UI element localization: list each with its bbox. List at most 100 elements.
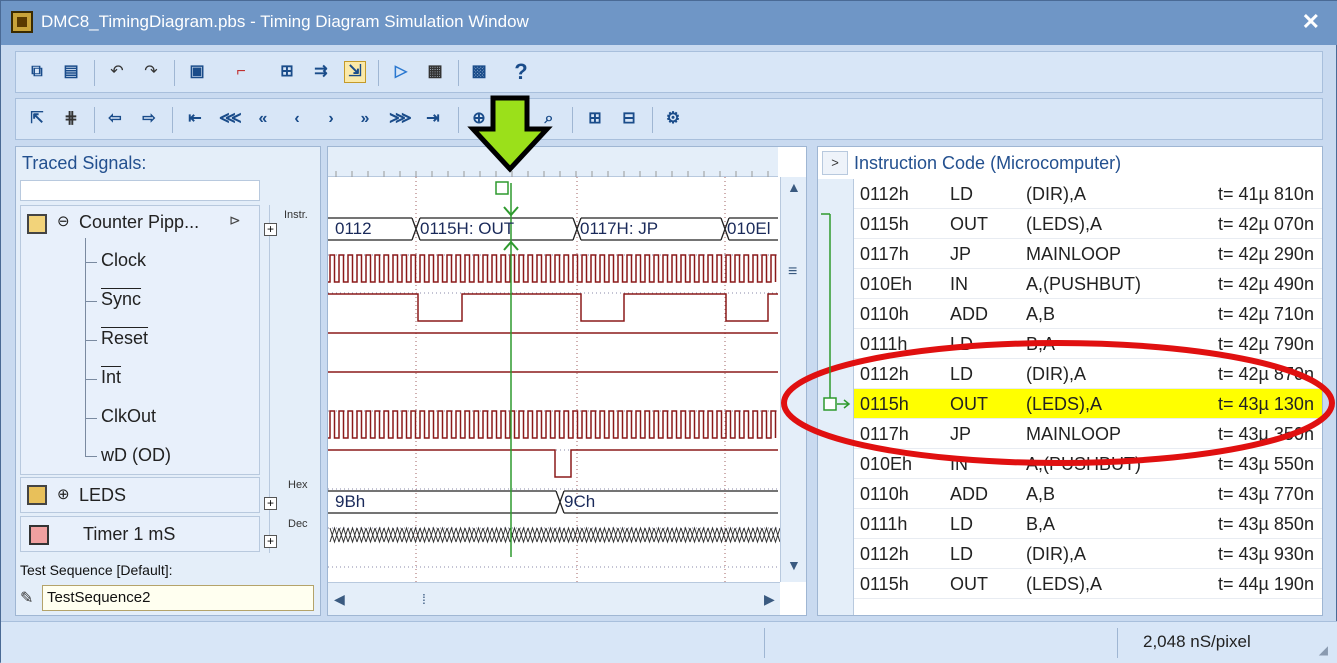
close-icon[interactable]: ✕ (1302, 9, 1320, 35)
instruction-addr: 0110h (860, 484, 909, 504)
bus-icon[interactable]: ⋕ (60, 108, 82, 130)
format-plus-icon[interactable]: + (264, 535, 277, 548)
instruction-op: JP (950, 424, 972, 444)
zoom-fit-icon[interactable]: ⊞ (276, 61, 298, 83)
step-icon[interactable]: ⌐ (230, 61, 252, 83)
select-signal-icon[interactable]: ⇲ (344, 61, 366, 83)
next-edge-icon[interactable]: ⇨ (138, 108, 160, 130)
clipboard-icon[interactable]: ▣ (186, 61, 208, 83)
timer-group[interactable]: Timer 1 mS (20, 516, 260, 552)
instruction-op: LD (950, 544, 974, 564)
app-chip-icon (11, 11, 33, 33)
instruction-row[interactable]: 0112h LD (DIR),A t= 42µ 870n (854, 359, 1322, 389)
signal-clkout[interactable]: ClkOut (101, 406, 156, 427)
copy-diagram-icon[interactable]: ⧉ (26, 61, 48, 83)
instruction-t: t= 43µ 770n (1218, 484, 1314, 504)
prev-edge-icon[interactable]: ⇦ (104, 108, 126, 130)
signal-wd[interactable]: wD (OD) (101, 445, 171, 466)
scroll-thumb[interactable]: ≡ (788, 263, 797, 281)
instruction-row[interactable]: 0115h OUT (LEDS),A t= 43µ 130n (854, 389, 1322, 419)
instruction-t: t= 43µ 130n (1218, 394, 1314, 414)
scroll-left-icon[interactable]: ◀ (334, 591, 345, 608)
collapse-panel-button[interactable]: > (822, 151, 848, 175)
instruction-t: t= 43µ 930n (1218, 544, 1314, 564)
instruction-row[interactable]: 0115h OUT (LEDS),A t= 44µ 190n (854, 569, 1322, 599)
grid-icon[interactable]: ▩ (468, 61, 490, 83)
instruction-row[interactable]: 0115h OUT (LEDS),A t= 42µ 070n (854, 209, 1322, 239)
format-plus-icon[interactable]: + (264, 497, 277, 510)
fast-back-icon[interactable]: ⋘ (218, 108, 242, 130)
leds-icon (27, 485, 47, 505)
redo-icon[interactable]: ↷ (140, 61, 162, 83)
instruction-row[interactable]: 0110h ADD A,B t= 42µ 710n (854, 299, 1322, 329)
scroll-down-icon[interactable]: ▼ (787, 557, 801, 573)
test-sequence-field[interactable]: TestSequence2 (42, 585, 314, 611)
counter-group[interactable]: ⊖ Counter Pipp... ⊳ Clock Sync Reset Int… (20, 205, 260, 475)
signal-sync[interactable]: Sync (101, 289, 141, 310)
instruction-arg: (DIR),A (1026, 184, 1086, 204)
last-icon[interactable]: ⇥ (422, 108, 444, 130)
pointer-icon[interactable]: ⇱ (26, 108, 48, 130)
tree-branch (85, 301, 97, 302)
signal-reset[interactable]: Reset (101, 328, 148, 349)
step-forward-icon[interactable]: › (320, 108, 342, 130)
signal-int[interactable]: Int (101, 367, 121, 388)
toolbar-separator (94, 107, 95, 133)
status-separator (764, 628, 765, 658)
instruction-row[interactable]: 0110h ADD A,B t= 43µ 770n (854, 479, 1322, 509)
stop-icon[interactable]: ▦ (424, 61, 446, 83)
scroll-up-icon[interactable]: ▲ (787, 179, 801, 195)
zoom-out-icon[interactable]: ⊖ (502, 108, 524, 130)
toolbar-separator (172, 107, 173, 133)
expand-icon[interactable]: ⊕ (57, 485, 70, 503)
wd-wave (328, 449, 778, 478)
step-back-icon[interactable]: ‹ (286, 108, 308, 130)
fast-forward-icon[interactable]: ⋙ (388, 108, 412, 130)
resize-grip-icon[interactable]: ◢ (1319, 643, 1328, 657)
instruction-row[interactable]: 0117h JP MAINLOOP t= 42µ 290n (854, 239, 1322, 269)
add-marker-icon[interactable]: ⊞ (584, 108, 606, 130)
expand-arrow-icon[interactable]: ⊳ (229, 212, 241, 229)
time-marker-flag (495, 181, 509, 195)
compare-icon[interactable]: ⇉ (310, 61, 332, 83)
instruction-op: OUT (950, 574, 988, 594)
instruction-row[interactable]: 0117h JP MAINLOOP t= 43µ 350n (854, 419, 1322, 449)
leds-group[interactable]: ⊕ LEDS (20, 477, 260, 513)
signal-clock[interactable]: Clock (101, 250, 146, 271)
instruction-row[interactable]: 010Eh IN A,(PUSHBUT) t= 43µ 550n (854, 449, 1322, 479)
back-icon[interactable]: « (252, 108, 274, 130)
vertical-scrollbar[interactable]: ▲ ≡ ▼ (780, 177, 806, 582)
instruction-row[interactable]: 0112h LD (DIR),A t= 43µ 930n (854, 539, 1322, 569)
instr-bus (328, 217, 778, 241)
zoom-in-icon[interactable]: ⊕ (468, 108, 490, 130)
instruction-row[interactable]: 0111h LD B,A t= 43µ 850n (854, 509, 1322, 539)
format-hex: Hex (288, 479, 308, 491)
undo-icon[interactable]: ↶ (106, 61, 128, 83)
format-plus-icon[interactable]: + (264, 223, 277, 236)
instr-label: 0112 (335, 219, 372, 238)
scroll-thumb[interactable]: ⁞ (422, 591, 426, 607)
forward-icon[interactable]: » (354, 108, 376, 130)
instruction-row[interactable]: 0112h LD (DIR),A t= 41µ 810n (854, 179, 1322, 209)
zoom-area-icon[interactable]: ⌕ (538, 108, 560, 130)
collapse-icon[interactable]: ⊖ (57, 212, 70, 230)
first-icon[interactable]: ⇤ (184, 108, 206, 130)
instruction-arg: B,A (1026, 334, 1056, 354)
delete-marker-icon[interactable]: ⊟ (618, 108, 640, 130)
report-icon[interactable]: ▤ (60, 61, 82, 83)
signal-filter-box[interactable] (20, 180, 260, 201)
horizontal-scrollbar[interactable]: ◀ ⁞ ▶ (328, 582, 780, 615)
instruction-row[interactable]: 0111h LD B,A t= 42µ 790n (854, 329, 1322, 359)
instruction-row[interactable]: 010Eh IN A,(PUSHBUT) t= 42µ 490n (854, 269, 1322, 299)
settings-icon[interactable]: ⚙ (662, 108, 684, 130)
run-icon[interactable]: ▷ (390, 61, 412, 83)
scroll-right-icon[interactable]: ▶ (764, 591, 775, 608)
help-icon[interactable]: ? (510, 61, 532, 83)
instruction-addr: 010Eh (860, 274, 913, 294)
traced-signals-panel: Traced Signals: ⊖ Counter Pipp... ⊳ Cloc… (15, 146, 321, 616)
microcomputer-icon (27, 214, 47, 234)
scale-readout: 2,048 nS/pixel (1143, 632, 1251, 651)
instruction-op: OUT (950, 214, 988, 234)
waveform-panel[interactable]: 0112 0115H: OUT 0117H: JP 010El 9Bh 9Ch … (327, 146, 807, 616)
instruction-t: t= 42µ 070n (1218, 214, 1314, 234)
